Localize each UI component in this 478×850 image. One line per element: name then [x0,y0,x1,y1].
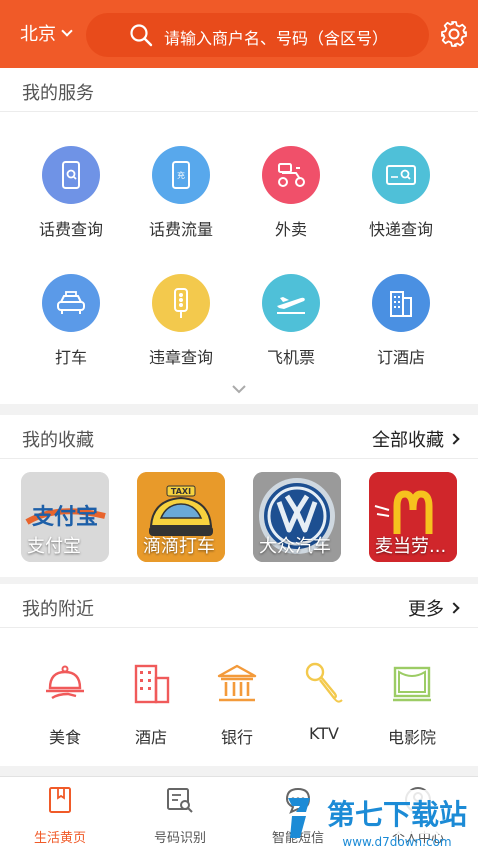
watermark-text: 第七下载站 [327,798,467,831]
gear-icon[interactable] [440,20,468,48]
tab-number-recognition[interactable]: 号码识别 [130,785,230,846]
svg-text:支付宝: 支付宝 [32,504,98,530]
number-search-icon [167,788,193,813]
watermark-url: www.d7down.com [342,835,451,849]
favorites-title: 我的收藏 [22,430,94,451]
nearby-cinema[interactable]: 电影院 [367,660,457,748]
top-bar: 北京 请输入商户名、号码（含区号） [0,0,478,68]
book-icon [49,787,71,813]
favorite-label: 大众汽车 [259,536,331,557]
service-label: 话费查询 [38,220,103,239]
bank-icon [217,664,257,702]
service-takeout[interactable]: 外卖 [236,146,346,240]
favorite-volkswagen[interactable]: 大众汽车 [253,472,341,562]
nearby-ktv[interactable]: KTV [279,660,369,743]
cinema-screen-icon [393,666,431,702]
chevron-down-icon [61,24,73,37]
service-hotel-booking[interactable]: 订酒店 [346,274,456,368]
service-label: 打车 [54,348,87,367]
search-icon [130,24,153,47]
services-title: 我的服务 [22,83,94,104]
nearby-label: KTV [309,724,339,743]
service-label: 话费流量 [148,220,213,239]
nearby-label: 酒店 [134,728,167,747]
service-phone-bill[interactable]: 话费查询 [16,146,126,240]
nearby-food[interactable]: 美食 [20,660,110,748]
scooter-icon [262,146,320,204]
city-label: 北京 [20,24,56,45]
car-icon [42,274,100,332]
tab-life-directory[interactable]: 生活黄页 [10,785,110,846]
nearby-more-label: 更多 [408,599,444,620]
service-express[interactable]: 快递查询 [346,146,456,240]
chevron-right-icon [448,602,460,614]
service-phone-charge[interactable]: 充 话费流量 [126,146,236,240]
app-screen: 北京 请输入商户名、号码（含区号） 我的服务 话费查询 充 话费流量 外卖 快递… [0,0,478,850]
phone-charge-icon: 充 [152,146,210,204]
service-label: 快递查询 [368,220,433,239]
nearby-hotel[interactable]: 酒店 [106,660,196,748]
service-label: 飞机票 [266,348,315,367]
nearby-header: 我的附近 更多 [0,584,478,628]
microphone-icon [305,662,343,703]
search-bar[interactable]: 请输入商户名、号码（含区号） [86,13,429,57]
all-favorites-link[interactable]: 全部收藏 [372,426,460,452]
dining-cloche-icon [46,665,84,700]
service-label: 违章查询 [148,348,213,367]
nearby-title: 我的附近 [22,599,94,620]
service-label: 订酒店 [376,348,425,367]
expand-chevron-icon[interactable] [231,384,247,394]
nearby-label: 电影院 [387,728,436,747]
favorite-didi[interactable]: TAXI 滴滴打车 [137,472,225,562]
city-selector[interactable]: 北京 [20,20,73,46]
svg-text:充: 充 [177,170,185,180]
hotel-building-icon [372,274,430,332]
nearby-bank[interactable]: 银行 [192,660,282,748]
favorite-label: 滴滴打车 [143,536,215,557]
favorite-mcdonalds[interactable]: 麦当劳... [369,472,457,562]
tab-label: 生活黄页 [33,831,86,846]
favorite-alipay[interactable]: 支付宝 支付宝 [21,472,109,562]
parcel-search-icon [372,146,430,204]
tab-label: 号码识别 [153,831,206,846]
services-header: 我的服务 [0,68,478,112]
services-panel: 话费查询 充 话费流量 外卖 快递查询 打车 违章查询 飞机票 订酒店 [0,112,478,404]
hotel-icon [134,664,170,704]
nearby-label: 银行 [220,728,253,747]
watermark-logo: 第七下载站 www.d7down.com [288,790,472,849]
service-violation[interactable]: 违章查询 [126,274,236,368]
service-flight[interactable]: 飞机票 [236,274,346,368]
airplane-icon [262,274,320,332]
search-placeholder: 请输入商户名、号码（含区号） [164,29,389,48]
traffic-light-icon [152,274,210,332]
nearby-label: 美食 [48,728,81,747]
chevron-right-icon [448,433,460,445]
favorites-header: 我的收藏 全部收藏 [0,415,478,459]
service-label: 外卖 [274,220,307,239]
favorite-label: 麦当劳... [375,536,447,557]
phone-search-icon [42,146,100,204]
favorite-label: 支付宝 [27,536,81,557]
svg-text:TAXI: TAXI [171,487,191,496]
service-taxi[interactable]: 打车 [16,274,126,368]
nearby-more-link[interactable]: 更多 [408,595,460,621]
all-favorites-label: 全部收藏 [372,430,444,451]
